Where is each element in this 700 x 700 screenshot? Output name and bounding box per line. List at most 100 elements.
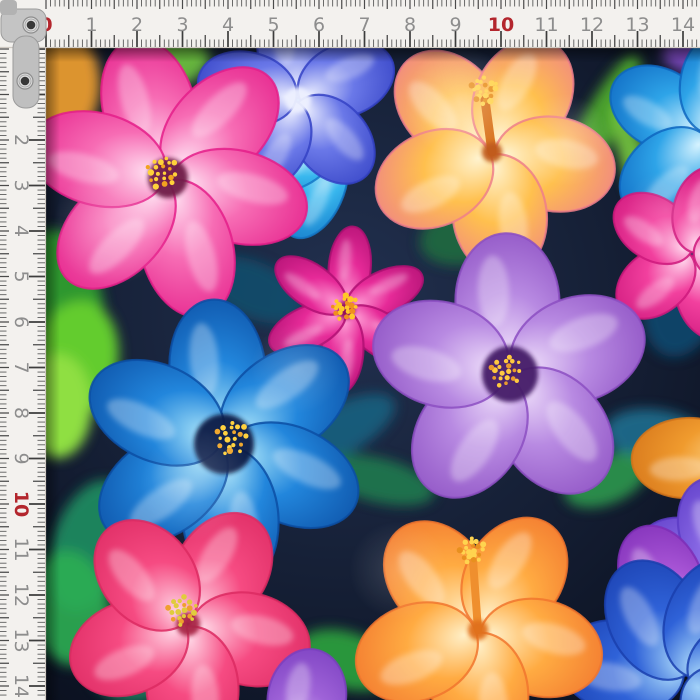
glow-spot	[52, 166, 172, 286]
stamen-dot	[178, 623, 182, 627]
stamen-dot	[181, 594, 187, 600]
stamen-dot	[494, 360, 499, 365]
stamen-dot	[464, 546, 468, 550]
top-ruler-number-9: 9	[449, 14, 461, 36]
top-ruler-number-1: 1	[85, 14, 97, 36]
glow-spot	[348, 520, 448, 620]
stamen-dot	[146, 165, 150, 169]
stamen-dot	[510, 359, 515, 364]
top-ruler-number-13: 13	[625, 14, 649, 36]
top-ruler-number-2: 2	[131, 14, 143, 36]
stamen-dot	[168, 175, 174, 181]
stamen-dot	[182, 607, 188, 613]
stamen-dot	[467, 554, 472, 559]
stamen-dot	[505, 375, 510, 380]
left-ruler-number-7: 7	[10, 361, 32, 373]
top-ruler-number-11: 11	[534, 14, 558, 36]
flower-center	[468, 620, 488, 640]
ruler-shadow-left	[46, 48, 60, 700]
bracket-rivet-1	[23, 17, 39, 33]
stamen-dot	[489, 365, 495, 371]
stamen-dot	[233, 437, 237, 441]
stamen-dot	[169, 610, 174, 615]
stamen-dot	[182, 614, 186, 618]
top-ruler-number-4: 4	[222, 14, 234, 36]
stamen-dot	[353, 298, 358, 303]
flower-center	[285, 87, 311, 113]
stamen-dot	[463, 540, 468, 545]
stamen-dot	[238, 432, 243, 437]
top-ruler-number-10: 10	[488, 14, 514, 36]
stamen-dot	[162, 177, 166, 181]
glow-spot	[404, 46, 516, 158]
stamen-dot	[492, 376, 496, 380]
stamen-dot	[517, 369, 521, 373]
stamen-dot	[481, 547, 485, 551]
stamen-dot	[354, 305, 358, 309]
stamen-dot	[220, 425, 226, 431]
stamen-dot	[230, 421, 234, 425]
stamen-dot	[158, 159, 164, 165]
stamen-dot	[165, 157, 169, 161]
stamen-dot	[515, 379, 519, 383]
glow-spot	[250, 322, 342, 414]
left-ruler-number-9: 9	[10, 452, 32, 464]
stamen-dot	[333, 311, 338, 316]
flower-stalk	[473, 560, 478, 630]
stamen-dot	[344, 314, 349, 319]
stamen-dot	[156, 172, 160, 176]
stamen-dot	[504, 359, 508, 363]
glow-spot	[140, 428, 252, 540]
stamen-dot	[497, 383, 502, 388]
stamen-dot	[331, 305, 335, 309]
stamen-dot	[178, 599, 182, 603]
stamen-dot	[171, 617, 176, 622]
stamen-dot	[168, 167, 172, 171]
stamen-dot	[170, 180, 175, 185]
left-ruler-number-4: 4	[10, 225, 32, 237]
stamen-dot	[465, 560, 470, 565]
stamen-dot	[194, 604, 198, 608]
stamen-dot	[154, 165, 159, 170]
stamen-dot	[153, 160, 157, 164]
stamen-dot	[154, 177, 158, 181]
stamen-dot	[500, 371, 505, 376]
stamen-dot	[230, 426, 234, 430]
left-ruler-number-13: 13	[10, 628, 32, 652]
stamen-dot	[477, 558, 481, 562]
flower-center	[482, 346, 538, 402]
stamen-dot	[241, 424, 247, 430]
stamen-dot	[462, 556, 467, 561]
stamen-dot	[499, 376, 503, 380]
left-ruler-number-3: 3	[10, 179, 32, 191]
stamen-dot	[165, 605, 171, 611]
stamen-dot	[175, 609, 181, 615]
left-ruler-number-14: 14	[10, 674, 32, 698]
stamen-dot	[474, 539, 479, 544]
stamen-dot	[507, 355, 512, 360]
stamen-dot	[162, 181, 168, 187]
stamen-dot	[477, 553, 481, 557]
stamen-dot	[335, 299, 339, 303]
stamen-dot	[173, 172, 177, 176]
fabric-swatch-photo: 123456789101112131401234567891011121314	[0, 0, 700, 700]
stamen-dot	[338, 310, 343, 315]
left-ruler-number-5: 5	[10, 270, 32, 282]
top-ruler: 01234567891011121314	[0, 0, 700, 48]
stamen-dot	[239, 443, 243, 447]
stamen-dot	[475, 544, 480, 549]
stamen-dot	[470, 537, 474, 541]
bracket-rivet-2	[17, 73, 33, 89]
top-ruler-number-5: 5	[267, 14, 279, 36]
stamen-dot	[172, 160, 178, 166]
stamen-dot	[513, 369, 517, 373]
top-ruler-number-12: 12	[580, 14, 604, 36]
stamen-dot	[471, 557, 476, 562]
left-ruler-number-11: 11	[10, 537, 32, 561]
stamen-dot	[517, 361, 520, 364]
left-ruler-number-10: 10	[10, 491, 32, 517]
stamen-dot	[349, 314, 355, 320]
stamen-dot	[235, 424, 240, 429]
top-ruler-number-3: 3	[176, 14, 188, 36]
stamen-dot	[182, 603, 186, 607]
